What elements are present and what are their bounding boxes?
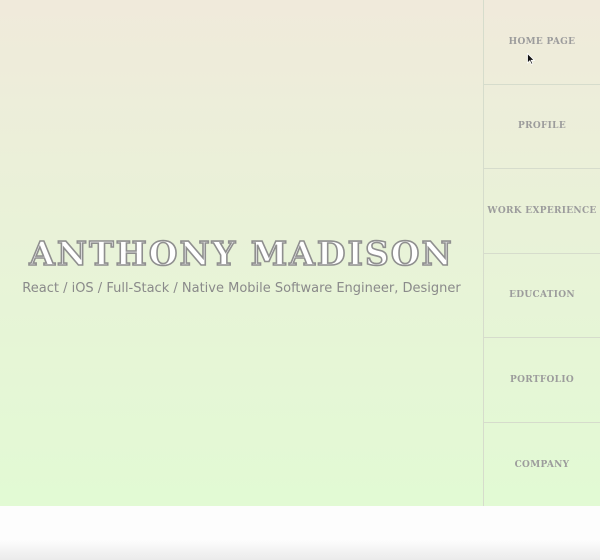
nav-item-home-page[interactable]: HOME PAGE: [484, 0, 600, 85]
nav-item-label: EDUCATION: [509, 290, 575, 301]
nav-item-label: PORTFOLIO: [510, 374, 574, 385]
side-nav: HOME PAGE PROFILE WORK EXPERIENCE EDUCAT…: [483, 0, 600, 506]
nav-item-work-experience[interactable]: WORK EXPERIENCE: [484, 169, 600, 254]
nav-item-company[interactable]: COMPANY: [484, 423, 600, 508]
hero-tagline: React / iOS / Full-Stack / Native Mobile…: [22, 281, 461, 296]
page-bottom-shadow: [0, 540, 600, 560]
nav-item-education[interactable]: EDUCATION: [484, 254, 600, 338]
nav-item-label: COMPANY: [514, 459, 570, 470]
hero-identity: ANTHONY MADISON React / iOS / Full-Stack…: [0, 233, 483, 296]
hero-name: ANTHONY MADISON: [28, 233, 454, 274]
nav-item-profile[interactable]: PROFILE: [484, 85, 600, 169]
nav-item-label: WORK EXPERIENCE: [487, 205, 597, 216]
nav-item-label: HOME PAGE: [508, 36, 576, 47]
nav-item-label: PROFILE: [518, 121, 566, 132]
nav-item-portfolio[interactable]: PORTFOLIO: [484, 338, 600, 423]
mouse-pointer-icon: [527, 53, 535, 65]
hero-section: ANTHONY MADISON React / iOS / Full-Stack…: [0, 0, 600, 506]
